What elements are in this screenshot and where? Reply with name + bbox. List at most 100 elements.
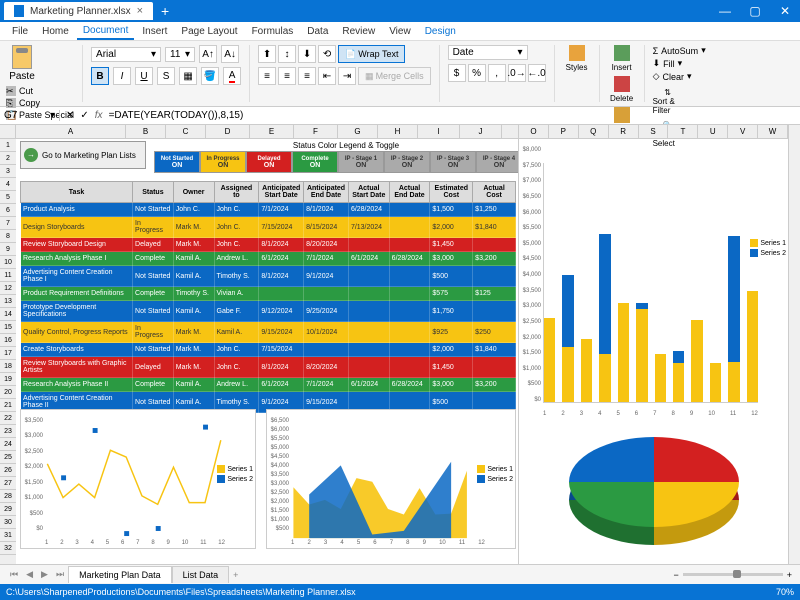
align-right-button[interactable]: ≡	[298, 67, 316, 85]
table-row[interactable]: Research Analysis Phase IICompleteKamil …	[21, 378, 516, 392]
table-row[interactable]: Advertising Content Creation Phase INot …	[21, 266, 516, 287]
fill-color-button[interactable]: 🪣	[201, 67, 219, 85]
comma-button[interactable]: ,	[488, 64, 506, 82]
strike-button[interactable]: S	[157, 67, 175, 85]
bar	[747, 291, 758, 402]
menu-document[interactable]: Document	[77, 23, 135, 40]
menu-design[interactable]: Design	[419, 24, 462, 39]
table-row[interactable]: Design StoryboardsIn ProgressMark M.John…	[21, 217, 516, 238]
zoom-level[interactable]: 70%	[776, 587, 794, 597]
fill-button[interactable]: ⬇ Fill▾	[653, 58, 706, 69]
toggle-ip---stage-1[interactable]: IP - Stage 1ON	[338, 151, 384, 173]
font-size-select[interactable]: 11▾	[165, 47, 195, 62]
bar	[562, 275, 573, 403]
next-sheet-icon[interactable]: ▶	[37, 569, 52, 580]
styles-button[interactable]: Styles	[563, 45, 591, 72]
zoom-in-icon[interactable]: +	[787, 570, 792, 580]
underline-button[interactable]: U	[135, 67, 153, 85]
menu-view[interactable]: View	[383, 24, 417, 39]
column-headers[interactable]: ABCDEFGHIJ	[0, 125, 518, 139]
wrap-text-button[interactable]: 📄Wrap Text	[338, 45, 405, 63]
cancel-formula-icon[interactable]: ✕	[66, 110, 74, 121]
vertical-scrollbar[interactable]	[788, 125, 800, 564]
percent-button[interactable]: %	[468, 64, 486, 82]
first-sheet-icon[interactable]: ⏮	[6, 569, 22, 580]
increase-font-button[interactable]: A↑	[199, 45, 217, 63]
toggle-not-started[interactable]: Not StartedON	[154, 151, 200, 173]
fx-icon[interactable]: fx	[95, 110, 103, 121]
menu-page-layout[interactable]: Page Layout	[175, 24, 243, 39]
menu-review[interactable]: Review	[336, 24, 381, 39]
nav-button[interactable]: → Go to Marketing Plan Lists	[20, 141, 146, 169]
sheet-tab-active[interactable]: Marketing Plan Data	[68, 566, 172, 583]
formula-input[interactable]: =DATE(YEAR(TODAY()),8,15)	[109, 110, 244, 121]
new-tab-button[interactable]: +	[153, 3, 177, 19]
italic-button[interactable]: I	[113, 67, 131, 85]
clear-button[interactable]: ◇ Clear▾	[653, 71, 706, 82]
area-chart: $6,500$6,000$5,500$5,000$4,500$4,000$3,5…	[266, 409, 516, 549]
paste-button[interactable]: Paste	[6, 45, 38, 82]
number-format-select[interactable]: Date▾	[448, 45, 528, 60]
document-icon	[14, 5, 24, 17]
merge-cells-button[interactable]: ▦Merge Cells	[358, 67, 431, 85]
indent-inc-button[interactable]: ⇥	[338, 67, 356, 85]
menu-formulas[interactable]: Formulas	[246, 24, 300, 39]
add-sheet-icon[interactable]: +	[229, 570, 242, 580]
align-top-button[interactable]: ⬆	[258, 45, 276, 63]
table-row[interactable]: Create StoryboardsNot StartedMark M.John…	[21, 343, 516, 357]
table-row[interactable]: Prototype Development SpecificationsNot …	[21, 301, 516, 322]
table-row[interactable]: Product Requirement DefinitionsCompleteT…	[21, 287, 516, 301]
menubar: FileHomeDocumentInsertPage LayoutFormula…	[0, 22, 800, 41]
last-sheet-icon[interactable]: ⏭	[52, 569, 68, 580]
bar	[655, 354, 666, 402]
toggle-ip---stage-2[interactable]: IP - Stage 2ON	[384, 151, 430, 173]
table-row[interactable]: Quality Control, Progress ReportsIn Prog…	[21, 322, 516, 343]
toggle-ip---stage-3[interactable]: IP - Stage 3ON	[430, 151, 476, 173]
orientation-button[interactable]: ⟲	[318, 45, 336, 63]
currency-button[interactable]: $	[448, 64, 466, 82]
table-row[interactable]: Research Analysis Phase ICompleteKamil A…	[21, 252, 516, 266]
align-center-button[interactable]: ≡	[278, 67, 296, 85]
align-middle-button[interactable]: ↕	[278, 45, 296, 63]
indent-dec-button[interactable]: ⇤	[318, 67, 336, 85]
font-color-button[interactable]: A	[223, 67, 241, 85]
accept-formula-icon[interactable]: ✓	[80, 110, 88, 121]
menu-home[interactable]: Home	[36, 24, 75, 39]
toggle-in-progress[interactable]: In ProgressON	[200, 151, 246, 173]
right-column-headers[interactable]: OPQRSTUVW	[519, 125, 788, 139]
bold-button[interactable]: B	[91, 67, 109, 85]
toggle-complete[interactable]: CompleteON	[292, 151, 338, 173]
menu-file[interactable]: File	[6, 24, 34, 39]
insert-cells-button[interactable]: Insert	[608, 45, 636, 72]
prev-sheet-icon[interactable]: ◀	[22, 569, 37, 580]
menu-data[interactable]: Data	[301, 24, 334, 39]
bar	[581, 339, 592, 402]
close-tab-icon[interactable]: ×	[137, 5, 143, 17]
font-select[interactable]: Arial▾	[91, 47, 161, 62]
zoom-out-icon[interactable]: −	[673, 570, 678, 580]
decrease-decimal-button[interactable]: ←.0	[528, 64, 546, 82]
autosum-button[interactable]: Σ AutoSum▾	[653, 45, 706, 56]
table-row[interactable]: Review Storyboards with Graphic ArtistsD…	[21, 357, 516, 378]
table-row[interactable]: Product AnalysisNot StartedJohn C.John C…	[21, 203, 516, 217]
align-left-button[interactable]: ≡	[258, 67, 276, 85]
close-window-icon[interactable]: ✕	[770, 4, 800, 18]
cut-button[interactable]: ✂Cut	[6, 86, 74, 96]
toggle-ip---stage-4[interactable]: IP - Stage 4ON	[476, 151, 518, 173]
table-row[interactable]: Review Storyboard DesignDelayedMark M.Jo…	[21, 238, 516, 252]
sheet-tab[interactable]: List Data	[172, 566, 230, 583]
decrease-font-button[interactable]: A↓	[221, 45, 239, 63]
document-tab[interactable]: Marketing Planner.xlsx ×	[4, 2, 153, 20]
increase-decimal-button[interactable]: .0→	[508, 64, 526, 82]
minimize-icon[interactable]: —	[710, 4, 740, 18]
spreadsheet-grid[interactable]: → Go to Marketing Plan Lists Status Colo…	[16, 139, 518, 564]
cell-reference-box[interactable]: G7▾	[0, 110, 60, 121]
delete-cells-button[interactable]: Delete	[608, 76, 636, 103]
toggle-delayed[interactable]: DelayedON	[246, 151, 292, 173]
border-button[interactable]: ▦	[179, 67, 197, 85]
menu-insert[interactable]: Insert	[136, 24, 173, 39]
zoom-slider[interactable]	[683, 573, 783, 576]
row-headers[interactable]: 1234567891011121314151617181920212223242…	[0, 139, 16, 564]
maximize-icon[interactable]: ▢	[740, 4, 770, 18]
align-bottom-button[interactable]: ⬇	[298, 45, 316, 63]
